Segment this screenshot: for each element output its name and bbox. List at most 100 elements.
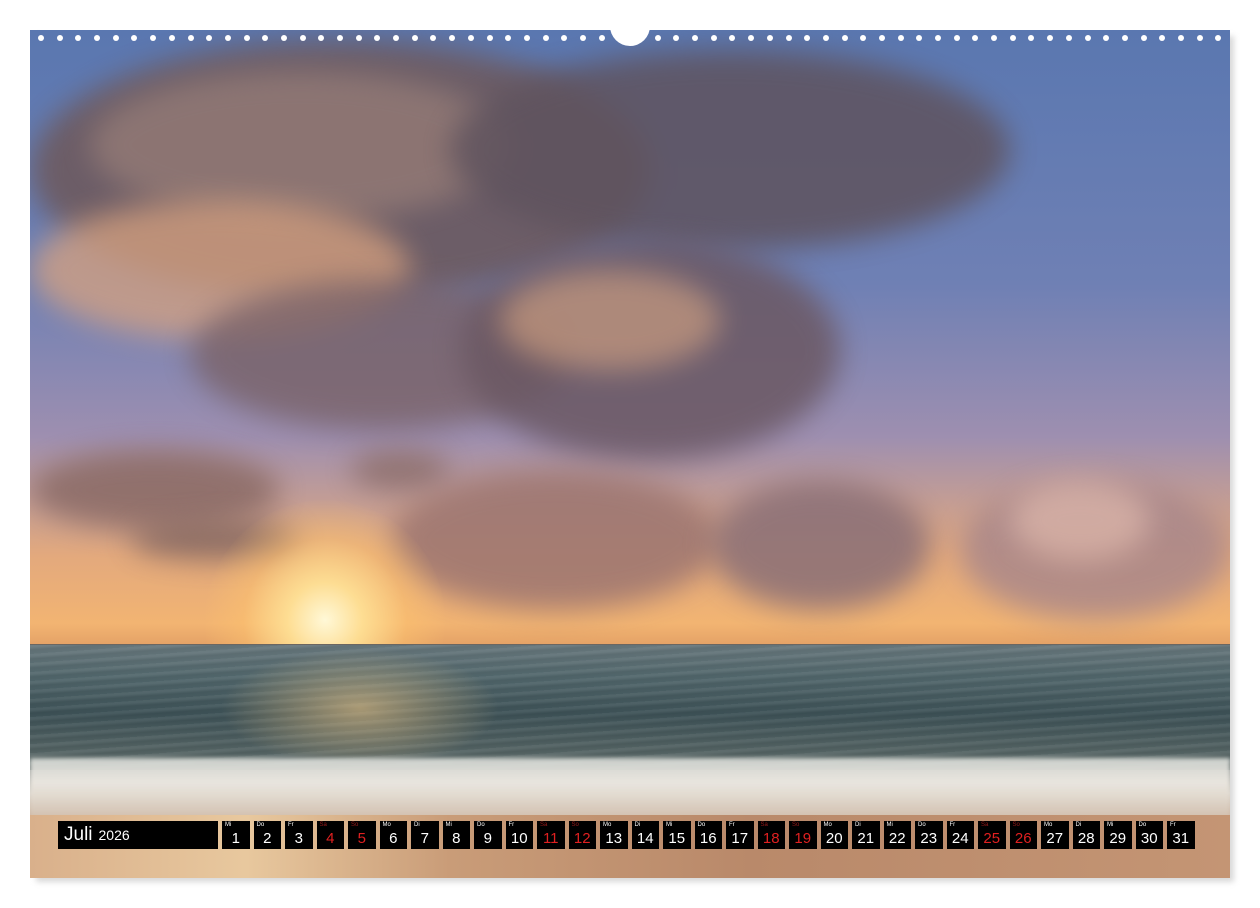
binding-hole xyxy=(1140,35,1147,41)
binding-hole xyxy=(505,35,512,41)
binding-hole xyxy=(299,35,306,41)
calendar-day: So 19 xyxy=(789,821,817,849)
calendar-day: Sa 18 xyxy=(757,821,785,849)
binding-hole xyxy=(280,35,287,41)
calendar-day: Fr 3 xyxy=(285,821,313,849)
day-weekday: Di xyxy=(414,822,420,828)
binding-hole xyxy=(523,35,530,41)
binding-hole xyxy=(1215,35,1222,41)
day-weekday: Fr xyxy=(729,822,735,828)
binding-hole xyxy=(1177,35,1184,41)
day-number: 3 xyxy=(294,830,303,847)
day-weekday: Mi xyxy=(1107,822,1114,828)
calendar-day: Mo 20 xyxy=(820,821,848,849)
binding-hole xyxy=(1084,35,1091,41)
binding-hole xyxy=(318,35,325,41)
cloud xyxy=(30,450,280,530)
day-weekday: Do xyxy=(918,822,926,828)
binding-hole xyxy=(486,35,493,41)
cloud xyxy=(1010,480,1150,560)
calendar-day: Sa 4 xyxy=(316,821,344,849)
day-weekday: Di xyxy=(634,822,641,828)
binding-hole xyxy=(822,35,829,41)
calendar-day: Fr 24 xyxy=(946,821,974,849)
binding-hole xyxy=(654,35,661,41)
day-number: 13 xyxy=(605,830,623,847)
day-number: 1 xyxy=(231,830,240,847)
day-weekday: So xyxy=(351,822,359,828)
day-number: 10 xyxy=(510,830,528,847)
binding-hole xyxy=(1159,35,1166,41)
day-weekday: Mo xyxy=(823,822,832,828)
day-number: 12 xyxy=(573,830,591,847)
day-weekday: Mo xyxy=(382,822,391,828)
day-number: 20 xyxy=(825,830,843,847)
binding-hole xyxy=(897,35,904,41)
day-weekday: Sa xyxy=(319,822,327,828)
binding-hole xyxy=(710,35,717,41)
binding-hole xyxy=(1047,35,1054,41)
calendar-day: Mi 8 xyxy=(442,821,470,849)
day-number: 7 xyxy=(420,830,429,847)
binding-hole xyxy=(131,35,138,41)
day-number: 2 xyxy=(263,830,272,847)
calendar-day: So 12 xyxy=(568,821,596,849)
binding-hole xyxy=(860,35,867,41)
binding-hole xyxy=(598,35,605,41)
cloud xyxy=(710,480,930,610)
day-number: 8 xyxy=(452,830,461,847)
day-weekday: So xyxy=(571,822,579,828)
binding-hole xyxy=(1103,35,1110,41)
cloud xyxy=(90,70,510,220)
calendar-strip: Juli 2026 Mi 1 Do 2 Fr 3 Sa 4 So 5 Mo 6 Di 7 Mi 8 Do 9 Fr 1… xyxy=(58,821,1195,849)
month-year: 2026 xyxy=(98,827,130,843)
day-number: 6 xyxy=(389,830,398,847)
day-weekday: Fr xyxy=(1170,822,1176,828)
binding-hole xyxy=(187,35,194,41)
calendar-day: Do 30 xyxy=(1135,821,1163,849)
day-weekday: Do xyxy=(256,822,265,828)
day-number: 27 xyxy=(1046,830,1064,847)
day-number: 24 xyxy=(951,830,969,847)
day-weekday: Mo xyxy=(603,822,612,828)
day-weekday: Mo xyxy=(1044,822,1053,828)
day-weekday: Mi xyxy=(666,822,673,828)
day-number: 26 xyxy=(1014,830,1032,847)
day-number: 29 xyxy=(1109,830,1127,847)
day-number: 21 xyxy=(857,830,875,847)
day-weekday: Sa xyxy=(760,822,768,828)
calendar-day: Mi 15 xyxy=(663,821,691,849)
binding-hole xyxy=(673,35,680,41)
calendar-day: Mi 1 xyxy=(222,821,250,849)
binding-hole xyxy=(542,35,549,41)
binding-hole xyxy=(38,35,44,41)
binding-hole xyxy=(579,35,586,41)
calendar-day: Do 16 xyxy=(694,821,722,849)
binding-hole xyxy=(430,35,437,41)
calendar-day: So 26 xyxy=(1009,821,1037,849)
binding-hole xyxy=(374,35,381,41)
day-number: 28 xyxy=(1077,830,1095,847)
binding-hole xyxy=(1065,35,1072,41)
cloud xyxy=(450,50,1010,250)
calendar-day: Mi 29 xyxy=(1104,821,1132,849)
calendar-day: Di 28 xyxy=(1072,821,1100,849)
day-number: 25 xyxy=(983,830,1001,847)
binding-hole xyxy=(355,35,362,41)
day-number: 31 xyxy=(1172,830,1190,847)
binding-hole xyxy=(841,35,848,41)
calendar-day: Sa 11 xyxy=(537,821,565,849)
binding-hole xyxy=(729,35,736,41)
day-weekday: Di xyxy=(1075,822,1082,828)
day-weekday: Do xyxy=(477,822,485,828)
sea-waves xyxy=(30,645,1230,770)
binding-hole xyxy=(766,35,773,41)
calendar-day: Di 14 xyxy=(631,821,659,849)
binding-hole xyxy=(449,35,456,41)
calendar-day: Mo 6 xyxy=(379,821,407,849)
binding-hole xyxy=(785,35,792,41)
day-weekday: Mi xyxy=(445,822,452,828)
binding-hole xyxy=(972,35,979,41)
binding-hole xyxy=(94,35,101,41)
calendar-day: Mo 13 xyxy=(600,821,628,849)
